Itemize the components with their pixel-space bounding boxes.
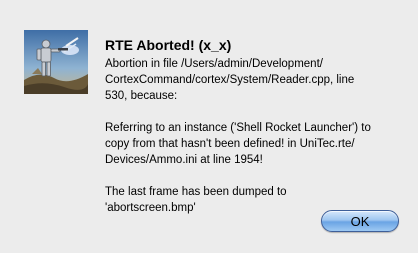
message-line: copy from that hasn't been defined! in U… (105, 138, 355, 150)
abort-reason-message: Referring to an instance ('Shell Rocket … (105, 120, 405, 168)
alert-dialog: RTE Aborted! (x_x) Abortion in file /Use… (0, 0, 418, 253)
ok-button[interactable]: OK (321, 210, 399, 232)
abort-location-message: Abortion in file /Users/admin/Developmen… (105, 56, 405, 104)
message-line: Abortion in file /Users/admin/Developmen… (105, 58, 323, 70)
app-icon-graphic (24, 30, 88, 94)
cortex-command-app-icon (24, 30, 88, 94)
message-line: The last frame has been dumped to (105, 186, 287, 198)
message-line: Referring to an instance ('Shell Rocket … (105, 122, 371, 134)
message-line: 530, because: (105, 90, 178, 102)
dialog-title: RTE Aborted! (x_x) (105, 37, 232, 53)
message-line: Devices/Ammo.ini at line 1954! (105, 154, 263, 166)
message-line: CortexCommand/cortex/System/Reader.cpp, … (105, 74, 355, 86)
